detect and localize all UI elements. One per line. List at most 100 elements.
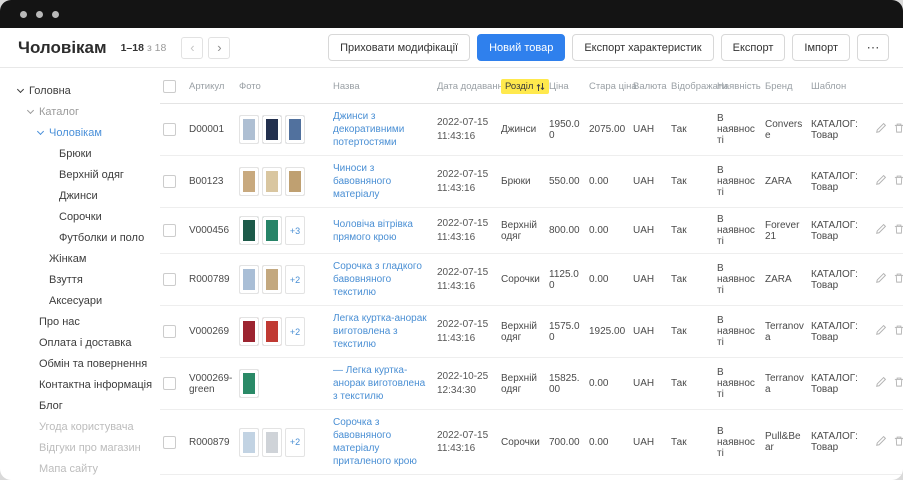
more-photos-badge[interactable]: +2 — [285, 428, 305, 457]
edit-icon[interactable] — [875, 376, 887, 391]
product-photo-thumbnail[interactable] — [285, 115, 305, 144]
product-name-link[interactable]: Чиноси з бавовняного матеріалу — [333, 163, 391, 200]
delete-icon[interactable] — [893, 324, 903, 339]
column-header-template[interactable]: Шаблон — [808, 72, 866, 104]
product-name-link[interactable]: — Легка куртка-анорак виготовлена з текс… — [333, 365, 425, 402]
edit-icon[interactable] — [875, 324, 887, 339]
product-photo-thumbnail[interactable] — [262, 115, 282, 144]
product-name-link[interactable]: Сорочка з бавовняного матеріалу притален… — [333, 417, 417, 467]
checkbox-cell — [160, 104, 186, 156]
sidebar-item[interactable]: Взуття — [18, 269, 152, 290]
column-header-date[interactable]: Дата додавання — [434, 72, 498, 104]
section-cell: Сорочки — [498, 254, 546, 306]
sidebar-item-label: Оплата і доставка — [39, 337, 131, 349]
delete-icon[interactable] — [893, 376, 903, 391]
delete-icon[interactable] — [893, 122, 903, 137]
product-photo-thumbnail[interactable] — [239, 167, 259, 196]
sidebar-item[interactable]: Мапа сайту — [18, 458, 152, 479]
edit-icon[interactable] — [875, 122, 887, 137]
row-checkbox[interactable] — [163, 436, 176, 449]
edit-icon[interactable] — [875, 174, 887, 189]
column-header-brand[interactable]: Бренд — [762, 72, 808, 104]
row-checkbox[interactable] — [163, 377, 176, 390]
export-button[interactable]: Експорт — [721, 34, 786, 61]
sidebar-item-label: Угода користувача — [39, 421, 134, 433]
column-header-oldprice[interactable]: Стара ціна — [586, 72, 630, 104]
product-photo-thumbnail[interactable] — [239, 428, 259, 457]
sidebar-item[interactable]: Аксесуари — [18, 290, 152, 311]
delete-icon[interactable] — [893, 174, 903, 189]
product-photo-thumbnail[interactable] — [239, 115, 259, 144]
availability-cell: В наявності — [714, 208, 762, 254]
sidebar-item[interactable]: Угода користувача — [18, 416, 152, 437]
hide-modifications-button[interactable]: Приховати модифікації — [328, 34, 470, 61]
checkbox-cell — [160, 475, 186, 480]
column-header-display[interactable]: Відображати — [668, 72, 714, 104]
more-photos-badge[interactable]: +2 — [285, 317, 305, 346]
sidebar-item[interactable]: Чоловікам — [18, 122, 152, 143]
window-control-dot[interactable] — [20, 11, 27, 18]
product-photo-thumbnail[interactable] — [239, 216, 259, 245]
window-control-dot[interactable] — [36, 11, 43, 18]
column-header-article[interactable]: Артикул — [186, 72, 236, 104]
product-name-link[interactable]: Чоловіча вітрівка прямого крою — [333, 219, 413, 243]
more-actions-button[interactable]: ⋯ — [857, 34, 889, 61]
delete-icon[interactable] — [893, 272, 903, 287]
window-control-dot[interactable] — [52, 11, 59, 18]
sidebar-item[interactable]: Брюки — [18, 143, 152, 164]
product-row: B00123Чиноси з бавовняного матеріалу2022… — [160, 156, 903, 208]
product-name-link[interactable]: Легка куртка-анорак виготовлена з тексти… — [333, 313, 427, 350]
pagination-next-button[interactable]: › — [208, 37, 230, 59]
product-photo-thumbnail[interactable] — [262, 428, 282, 457]
product-photo-thumbnail[interactable] — [262, 265, 282, 294]
delete-icon[interactable] — [893, 435, 903, 450]
export-characteristics-button[interactable]: Експорт характеристик — [572, 34, 713, 61]
edit-icon[interactable] — [875, 272, 887, 287]
section-cell: Верхній одяг — [498, 306, 546, 358]
sidebar-item[interactable]: Про нас — [18, 311, 152, 332]
sidebar-item[interactable]: Головна — [18, 80, 152, 101]
column-header-price[interactable]: Ціна — [546, 72, 586, 104]
product-photo-thumbnail[interactable] — [239, 265, 259, 294]
product-name-link[interactable]: Сорочка з гладкого бавовняного текстилю — [333, 261, 422, 298]
row-checkbox[interactable] — [163, 224, 176, 237]
sidebar-item[interactable]: Оплата і доставка — [18, 332, 152, 353]
import-button[interactable]: Імпорт — [792, 34, 850, 61]
row-checkbox[interactable] — [163, 273, 176, 286]
column-header-section[interactable]: Розділ — [498, 72, 546, 104]
product-photo-thumbnail[interactable] — [285, 167, 305, 196]
product-photo-thumbnail[interactable] — [239, 369, 259, 398]
pagination-prev-button[interactable]: ‹ — [181, 37, 203, 59]
sidebar-item[interactable]: Каталог — [18, 101, 152, 122]
sidebar-item[interactable]: Футболки и поло — [18, 227, 152, 248]
sidebar-item[interactable]: Відгуки про магазин — [18, 437, 152, 458]
column-header-currency[interactable]: Валюта — [630, 72, 668, 104]
row-checkbox[interactable] — [163, 175, 176, 188]
column-header-name[interactable]: Назва — [330, 72, 434, 104]
sidebar-item[interactable]: Блог — [18, 395, 152, 416]
sidebar-item[interactable]: Жінкам — [18, 248, 152, 269]
product-photo-thumbnail[interactable] — [262, 317, 282, 346]
select-all-checkbox[interactable] — [163, 80, 176, 93]
new-product-button[interactable]: Новий товар — [477, 34, 565, 61]
row-checkbox[interactable] — [163, 325, 176, 338]
currency-cell: UAH — [630, 358, 668, 410]
more-photos-badge[interactable]: +3 — [285, 216, 305, 245]
sidebar-item[interactable]: Верхній одяг — [18, 164, 152, 185]
product-photo-thumbnail[interactable] — [262, 216, 282, 245]
edit-icon[interactable] — [875, 223, 887, 238]
delete-icon[interactable] — [893, 223, 903, 238]
section-cell: Брюки — [498, 475, 546, 480]
edit-icon[interactable] — [875, 435, 887, 450]
sidebar-item[interactable]: Контактна інформація — [18, 374, 152, 395]
sidebar-item[interactable]: Джинси — [18, 185, 152, 206]
row-checkbox[interactable] — [163, 123, 176, 136]
product-name-link[interactable]: Джинси з декоративними потертостями — [333, 111, 404, 148]
column-header-photo[interactable]: Фото — [236, 72, 330, 104]
product-photo-thumbnail[interactable] — [239, 317, 259, 346]
column-header-availability[interactable]: Наявність — [714, 72, 762, 104]
product-photo-thumbnail[interactable] — [262, 167, 282, 196]
sidebar-item[interactable]: Обмін та повернення — [18, 353, 152, 374]
more-photos-badge[interactable]: +2 — [285, 265, 305, 294]
sidebar-item[interactable]: Сорочки — [18, 206, 152, 227]
